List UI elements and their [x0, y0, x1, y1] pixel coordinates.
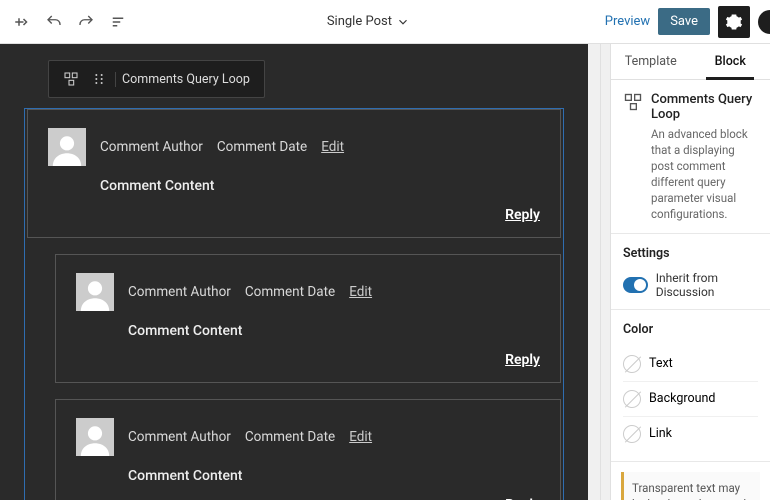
comment-item[interactable]: Comment Author Comment Date Edit Comment Co… [55, 254, 561, 383]
inherit-toggle-label: Inherit from Discussion [656, 271, 758, 299]
comment-date: Comment Date [245, 284, 335, 300]
main-area: Comments Query Loop Comment AuthorCommen… [0, 44, 770, 500]
comment-edit-link[interactable]: Edit [349, 284, 372, 300]
comment-head: Comment Author Comment Date Edit [48, 128, 540, 166]
comment-author: Comment Author [128, 284, 231, 300]
tab-block[interactable]: Block [691, 44, 770, 79]
comment-author: Comment Author [128, 429, 231, 445]
editor-canvas[interactable]: Comments Query Loop Comment AuthorCommen… [0, 44, 588, 500]
comment-date: Comment Date [217, 139, 307, 155]
tab-template[interactable]: Template [611, 44, 691, 79]
avatar [48, 128, 86, 166]
swatch-empty-icon [623, 425, 641, 443]
panel-block-info: Comments Query Loop An advanced block th… [611, 80, 770, 234]
swatch-empty-icon [623, 355, 641, 373]
settings-button[interactable] [718, 6, 750, 38]
color-background[interactable]: Background [623, 382, 758, 417]
comment-content: Comment Content [128, 468, 540, 484]
color-link[interactable]: Link [623, 417, 758, 451]
scrollbar[interactable] [600, 44, 610, 500]
redo-icon[interactable] [72, 8, 100, 36]
block-toolbar-label: Comments Query Loop [115, 72, 256, 87]
block-toolbar: Comments Query Loop [48, 60, 265, 98]
comment-content: Comment Content [100, 178, 540, 194]
color-heading: Color [623, 322, 758, 337]
comment-head: Comment Author Comment Date Edit [76, 418, 540, 456]
comment-reply-wrap: Reply [48, 204, 540, 223]
toolbar-left [8, 8, 132, 36]
comment-content: Comment Content [128, 323, 540, 339]
list-view-icon[interactable] [104, 8, 132, 36]
comment-meta: Comment Author Comment Date Edit [100, 139, 344, 155]
gear-icon [725, 13, 743, 31]
comment-head: Comment Author Comment Date Edit [76, 273, 540, 311]
block-info-desc: An advanced block that a displaying post… [651, 126, 758, 223]
block-info-icon [623, 92, 643, 223]
panel-settings: Settings Inherit from Discussion [611, 234, 770, 310]
comment-date: Comment Date [245, 429, 335, 445]
comment-meta: Comment Author Comment Date Edit [128, 284, 372, 300]
add-icon[interactable] [8, 8, 36, 36]
canvas-wrap: Comments Query Loop Comment AuthorCommen… [0, 44, 600, 500]
comments-query-loop-block[interactable]: Comment Author Comment Date Edit Comment Co… [24, 108, 564, 500]
settings-heading: Settings [623, 246, 758, 261]
avatar [76, 418, 114, 456]
comment-item[interactable]: Comment Author Comment Date Edit Comment Co… [55, 399, 561, 500]
block-info-title: Comments Query Loop [651, 92, 758, 122]
comment-reply-link[interactable]: Reply [505, 207, 540, 223]
comment-item[interactable]: Comment Author Comment Date Edit Comment Co… [27, 109, 561, 238]
save-button[interactable]: Save [658, 8, 710, 35]
avatar [76, 273, 114, 311]
editor-toolbar: Single Post Preview Save [0, 0, 770, 44]
toolbar-right: Preview Save [605, 6, 762, 38]
preview-button[interactable]: Preview [605, 14, 650, 29]
panel-color: Color Text Background Link [611, 310, 770, 462]
panel-notice: Transparent text may be hard people to r… [611, 462, 770, 500]
comment-meta: Comment Author Comment Date Edit [128, 429, 372, 445]
comment-edit-link[interactable]: Edit [349, 429, 372, 445]
color-link-label: Link [649, 426, 672, 441]
comment-reply-wrap: Reply [76, 349, 540, 368]
options-icon[interactable] [758, 10, 770, 34]
swatch-empty-icon [623, 390, 641, 408]
transparency-notice: Transparent text may be hard people to r… [621, 472, 760, 500]
comment-reply-wrap: Reply [76, 494, 540, 500]
drag-handle-icon[interactable] [85, 65, 113, 93]
block-type-icon[interactable] [57, 65, 85, 93]
inherit-toggle[interactable] [623, 277, 648, 293]
comment-author: Comment Author [100, 139, 203, 155]
color-text-label: Text [649, 356, 673, 371]
color-text[interactable]: Text [623, 347, 758, 382]
document-title[interactable]: Single Post [132, 14, 605, 29]
comment-reply-link[interactable]: Reply [505, 352, 540, 368]
color-background-label: Background [649, 391, 715, 406]
document-title-label: Single Post [327, 14, 392, 29]
sidebar-tabs: Template Block [611, 44, 770, 80]
comment-edit-link[interactable]: Edit [321, 139, 344, 155]
settings-sidebar: Template Block Comments Query Loop An ad… [610, 44, 770, 500]
chevron-down-icon [396, 15, 410, 29]
undo-icon[interactable] [40, 8, 68, 36]
